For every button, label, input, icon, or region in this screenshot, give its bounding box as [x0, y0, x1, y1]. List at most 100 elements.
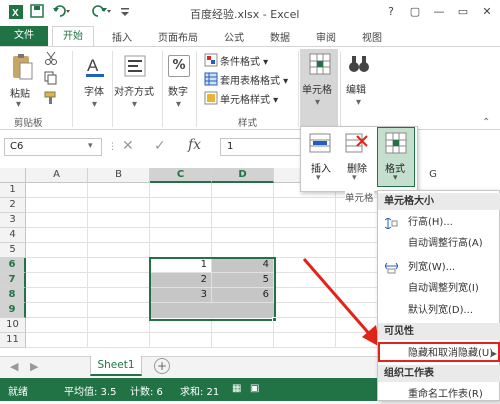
- cell-d7[interactable]: 5: [212, 273, 274, 288]
- conditional-format-button[interactable]: 条件格式 ▾: [220, 53, 268, 68]
- number-label[interactable]: 数字: [168, 83, 188, 98]
- font-label[interactable]: 字体: [84, 83, 104, 98]
- normal-view-icon[interactable]: ▦: [232, 383, 241, 394]
- autofit-column-label: 自动调整列宽(I): [408, 283, 479, 294]
- row-header-2[interactable]: 2: [0, 198, 26, 213]
- alignment-dropdown-icon[interactable]: ▾: [132, 99, 137, 110]
- cell-c6[interactable]: 1: [150, 258, 212, 273]
- number-format-icon[interactable]: %: [168, 55, 190, 77]
- row-header-9[interactable]: 9: [0, 303, 26, 318]
- redo-icon[interactable]: [92, 4, 112, 21]
- collapse-ribbon-icon[interactable]: ⌃: [482, 117, 490, 128]
- row-header-11[interactable]: 11: [0, 333, 26, 348]
- delete-dropdown-icon[interactable]: ▾: [352, 173, 357, 183]
- save-icon[interactable]: [30, 4, 44, 21]
- number-dropdown-icon[interactable]: ▾: [176, 99, 181, 110]
- cell-styles-icon[interactable]: [204, 91, 218, 108]
- row-header-8[interactable]: 8: [0, 288, 26, 303]
- row-header-7[interactable]: 7: [0, 273, 26, 288]
- menu-item-autofit-column[interactable]: 自动调整列宽(I): [378, 279, 500, 298]
- tab-formulas[interactable]: 公式: [224, 29, 244, 44]
- status-count: 计数: 6: [130, 387, 163, 398]
- cell-c8[interactable]: 3: [150, 288, 212, 303]
- sheet-prev-icon[interactable]: ◀: [10, 360, 18, 373]
- minimize-button[interactable]: —: [429, 3, 449, 21]
- insert-dropdown-icon[interactable]: ▾: [316, 173, 321, 183]
- divider: [72, 51, 73, 127]
- editing-label[interactable]: 编辑: [346, 81, 366, 96]
- formula-input[interactable]: 1: [220, 138, 300, 156]
- column-header-d[interactable]: D: [212, 168, 274, 183]
- tab-file[interactable]: 文件: [0, 26, 48, 46]
- cut-icon[interactable]: [44, 51, 58, 68]
- paste-label[interactable]: 粘贴: [10, 85, 30, 100]
- tab-data[interactable]: 数据: [270, 29, 290, 44]
- tab-home[interactable]: 开始: [52, 26, 94, 47]
- column-header-a[interactable]: A: [26, 168, 88, 183]
- tab-review[interactable]: 审阅: [316, 29, 336, 44]
- customize-qat-icon[interactable]: [120, 4, 130, 21]
- tab-view[interactable]: 视图: [362, 29, 382, 44]
- font-icon[interactable]: A: [84, 53, 106, 82]
- formula-bar: C6 ▾ ⋮ ✕ ✓ fx 1: [0, 136, 300, 158]
- binoculars-icon[interactable]: [348, 53, 370, 78]
- menu-item-row-height[interactable]: 行高(H)...: [378, 213, 500, 232]
- menu-item-autofit-row[interactable]: 自动调整行高(A): [378, 234, 500, 253]
- column-header-c[interactable]: C: [150, 168, 212, 183]
- row-header-6[interactable]: 6: [0, 258, 26, 273]
- insert-function-icon[interactable]: fx: [188, 137, 201, 153]
- title-bar: X 百度经验.xlsx - Excel ? ▢ — ▭ ✕: [0, 0, 500, 26]
- ribbon-display-button[interactable]: ▢: [405, 3, 425, 21]
- page-layout-view-icon[interactable]: ▣: [250, 383, 259, 394]
- row-height-icon: [384, 217, 398, 230]
- select-all-corner[interactable]: [0, 168, 26, 183]
- restore-button[interactable]: ▭: [453, 3, 473, 21]
- format-as-table-icon[interactable]: [204, 72, 218, 89]
- format-as-table-button[interactable]: 套用表格格式 ▾: [220, 72, 288, 87]
- copy-icon[interactable]: [44, 71, 58, 88]
- new-sheet-icon[interactable]: +: [154, 358, 170, 374]
- confirm-entry-icon[interactable]: ✓: [154, 138, 166, 154]
- cells-panel: 插入 ▾ 删除 ▾ 格式 ▾ 单元格: [300, 126, 418, 204]
- sheet-next-icon[interactable]: ▶: [30, 360, 38, 373]
- row-header-10[interactable]: 10: [0, 318, 26, 333]
- sheet-tab-sheet1[interactable]: Sheet1: [90, 356, 142, 376]
- cell-d6[interactable]: 4: [212, 258, 274, 273]
- row-header-1[interactable]: 1: [0, 183, 26, 198]
- paste-icon[interactable]: [10, 53, 34, 86]
- cells-group-label: 单元格: [345, 190, 374, 204]
- column-header-g[interactable]: G: [418, 168, 448, 183]
- editing-dropdown-icon[interactable]: ▾: [356, 97, 361, 108]
- alignment-label[interactable]: 对齐方式: [114, 83, 154, 98]
- insert-label[interactable]: 插入: [311, 160, 331, 175]
- undo-icon[interactable]: [52, 4, 72, 21]
- divider: [340, 51, 341, 127]
- delete-label[interactable]: 删除: [347, 160, 367, 175]
- status-sum: 求和: 21: [180, 387, 220, 398]
- row-header-4[interactable]: 4: [0, 228, 26, 243]
- cell-d8[interactable]: 6: [212, 288, 274, 303]
- menu-item-column-width[interactable]: 列宽(W)...: [378, 258, 500, 277]
- row-header-5[interactable]: 5: [0, 243, 26, 258]
- menu-item-rename-sheet[interactable]: 重命名工作表(R): [378, 385, 500, 404]
- column-header-b[interactable]: B: [88, 168, 150, 183]
- row-header-3[interactable]: 3: [0, 213, 26, 228]
- fill-handle[interactable]: [272, 317, 277, 322]
- font-dropdown-icon[interactable]: ▾: [92, 99, 97, 110]
- name-box-dropdown-icon[interactable]: ▾: [88, 141, 93, 151]
- cancel-entry-icon[interactable]: ✕: [122, 138, 134, 154]
- delete-cells-icon[interactable]: [345, 133, 369, 156]
- paste-dropdown-icon[interactable]: ▾: [16, 99, 21, 110]
- tab-page-layout[interactable]: 页面布局: [158, 29, 198, 44]
- cell-c7[interactable]: 2: [150, 273, 212, 288]
- menu-item-default-width[interactable]: 默认列宽(D)...: [378, 301, 500, 320]
- conditional-format-icon[interactable]: [204, 53, 218, 70]
- tab-insert[interactable]: 插入: [112, 29, 132, 44]
- menu-section-cell-size: 单元格大小: [378, 193, 500, 210]
- insert-cells-icon[interactable]: [309, 133, 331, 156]
- help-button[interactable]: ?: [381, 3, 401, 21]
- format-painter-icon[interactable]: [44, 91, 58, 108]
- cell-styles-button[interactable]: 单元格样式 ▾: [220, 91, 278, 106]
- alignment-icon[interactable]: [124, 55, 146, 80]
- close-button[interactable]: ✕: [477, 3, 497, 21]
